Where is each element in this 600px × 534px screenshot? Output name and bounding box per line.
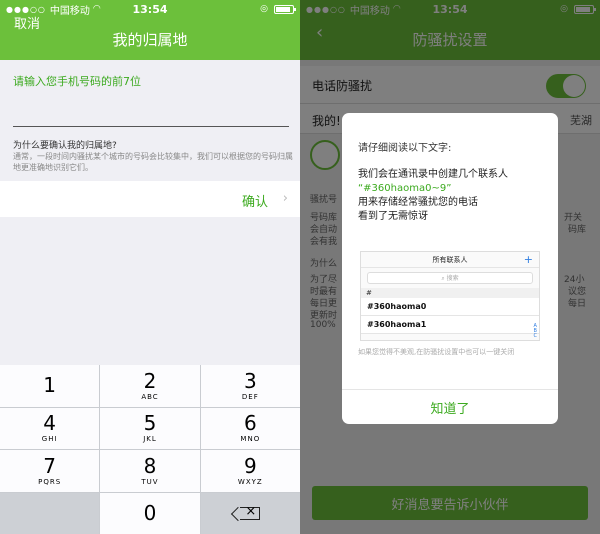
battery-icon — [274, 4, 296, 14]
status-bar: ●●●○○ 中国移动 ◠ 13:54 ◎ — [0, 0, 300, 18]
phone-prefix-screen: ●●●○○ 中国移动 ◠ 13:54 ◎ 取消 我的归属地 请输入您手机号码的前… — [0, 0, 300, 534]
navbar: 我的归属地 — [0, 18, 300, 60]
preview-index-bar: ABC — [533, 323, 538, 339]
key-6[interactable]: 6 MNO — [200, 407, 300, 449]
key-2[interactable]: 2 ABC — [100, 365, 200, 407]
key-3[interactable]: 3 DEF — [200, 365, 300, 407]
confirm-row[interactable]: 确认 › — [0, 181, 300, 217]
chevron-right-icon: › — [282, 191, 288, 206]
backspace-icon — [240, 504, 261, 520]
contacts-preview-image: 所有联系人 + ⌕ 搜索 # #360haoma0 #360haoma1 ABC — [360, 251, 540, 341]
status-time: 13:54 — [132, 2, 168, 16]
got-it-button[interactable]: 知道了 — [342, 389, 558, 424]
key-delete[interactable] — [200, 492, 300, 534]
confirm-button[interactable]: 确认 — [242, 191, 268, 210]
why-text: 通常，一段时间内骚扰某个城市的号码会比较集中，我们可以根据您的号码归属地更准确地… — [13, 152, 293, 172]
phone-prefix-input[interactable]: 请输入您手机号码的前7位 — [13, 73, 141, 89]
preview-contact: #360haoma0 — [361, 298, 539, 316]
preview-section: # — [361, 288, 539, 298]
plus-icon: + — [523, 253, 533, 266]
key-8[interactable]: 8 TUV — [100, 450, 200, 492]
notice-dialog: 请仔细阅读以下文字: 我们会在通讯录中创建几个联系人 “#360haoma0~9… — [342, 113, 558, 424]
numeric-keypad: 1 2 ABC 3 DEF 4 GHI 5 JKL 6 MNO 7 PQRS 8 TUV 9W… — [0, 365, 300, 534]
preview-contact: #360haoma1 — [361, 316, 539, 334]
preview-search: ⌕ 搜索 — [367, 272, 533, 284]
key-1[interactable]: 1 — [0, 365, 100, 407]
contact-name-highlight: “#360haoma0~9” — [358, 183, 452, 194]
key-5[interactable]: 5 JKL — [100, 407, 200, 449]
dialog-note: 如果您觉得不美观,在防骚扰设置中也可以一键关闭 — [358, 348, 515, 356]
anti-harass-settings-screen: ●●●○○ 中国移动 ◠ 13:54 ◎ ‹ 防骚扰设置 电话防骚扰 我的! 芜… — [300, 0, 600, 534]
why-title: 为什么要确认我的归属地? — [13, 141, 117, 151]
key-0[interactable]: 0 — [100, 492, 200, 534]
page-title: 我的归属地 — [112, 30, 188, 49]
key-4[interactable]: 4 GHI — [0, 407, 100, 449]
dialog-body: 我们会在通讯录中创建几个联系人 “#360haoma0~9” 用来存储经常骚扰您… — [358, 168, 548, 224]
preview-header: 所有联系人 + — [361, 252, 539, 268]
dialog-title: 请仔细阅读以下文字: — [358, 143, 452, 154]
key-7[interactable]: 7 PQRS — [0, 450, 100, 492]
input-underline — [13, 126, 289, 127]
key-blank — [0, 492, 100, 534]
key-9[interactable]: 9 WXYZ — [200, 450, 300, 492]
